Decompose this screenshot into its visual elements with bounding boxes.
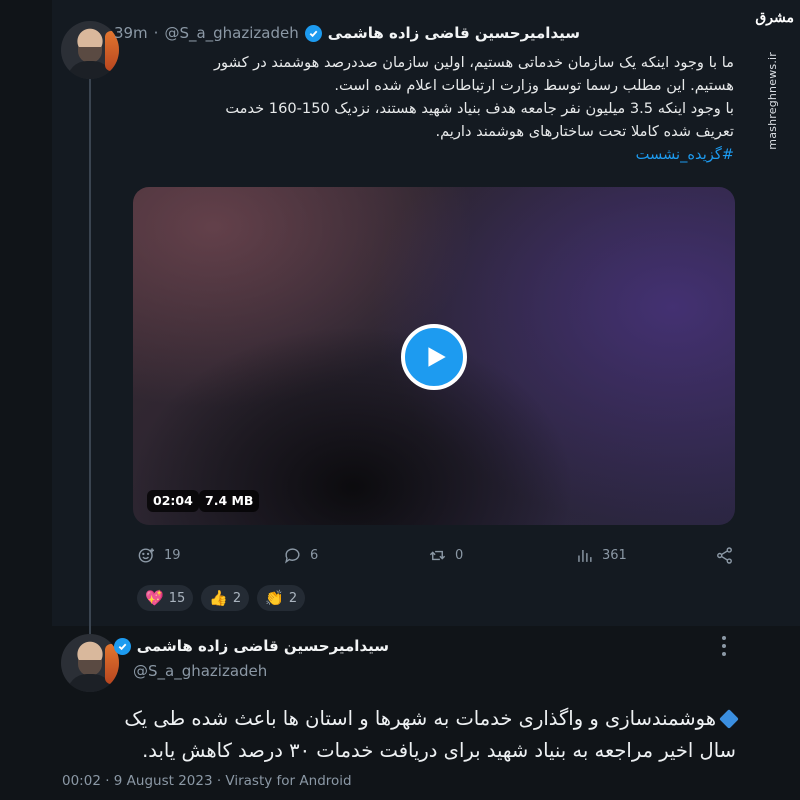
views-chart-icon — [578, 549, 592, 562]
verified-badge-icon — [304, 24, 322, 42]
verified-badge-icon — [113, 637, 131, 655]
reaction-count: 2 — [232, 590, 242, 606]
reaction-action[interactable]: 19 — [137, 546, 181, 565]
page: مشرق mashreghnews.ir سیدامیرحسین قاضی زا… — [0, 0, 800, 800]
tweet-text-line: ما با وجود اینکه یک سازمان خدماتی هستیم،… — [213, 54, 734, 71]
reply-text-line: هوشمندسازی و واگذاری خدمات به شهرها و اس… — [124, 707, 716, 730]
hashtag-link[interactable]: #گزیده_نشست — [636, 146, 734, 163]
tweet-text-line: تعریف شده کاملا تحت ساختارهای هوشمند دار… — [435, 123, 734, 140]
reply-author-name[interactable]: سیدامیرحسین قاضی زاده هاشمی — [137, 637, 389, 655]
smiley-add-icon — [138, 548, 155, 563]
reaction-count: 2 — [288, 590, 298, 606]
watermark-logo: مشرق — [755, 10, 794, 26]
views-action[interactable]: 361 — [575, 546, 627, 565]
reply-text: هوشمندسازی و واگذاری خدمات به شهرها و اس… — [124, 703, 739, 767]
author-name[interactable]: سیدامیرحسین قاضی زاده هاشمی — [328, 24, 580, 42]
video-size: 7.4 MB — [199, 490, 260, 512]
tweet-header: سیدامیرحسین قاضی زاده هاشمی @S_a_ghaziza… — [114, 24, 580, 42]
repost-action[interactable]: 0 — [428, 546, 463, 565]
reply-author-handle[interactable]: @S_a_ghazizadeh — [133, 662, 267, 680]
reactions-row: 💖 15 👍 2 👏 2 — [137, 585, 306, 611]
share-icon — [717, 547, 732, 564]
thread-connector-line — [89, 78, 91, 638]
tweet-time[interactable]: 39m — [114, 24, 148, 42]
repost-icon — [429, 550, 446, 561]
reaction-pill-thumbs-up[interactable]: 👍 2 — [201, 585, 250, 611]
tweet-text: ما با وجود اینکه یک سازمان خدماتی هستیم،… — [214, 51, 734, 166]
clapping-hands-emoji-icon: 👏 — [265, 588, 284, 607]
thumbs-up-emoji-icon: 👍 — [209, 588, 228, 607]
reply-text-line: سال اخیر مراجعه به بنیاد شهید برای دریاف… — [142, 739, 736, 762]
reaction-pill-heart[interactable]: 💖 15 — [137, 585, 194, 611]
author-handle[interactable]: @S_a_ghazizadeh — [164, 24, 298, 42]
heart-emoji-icon: 💖 — [145, 588, 164, 607]
reposts-count: 0 — [455, 548, 464, 563]
watermark-site: mashreghnews.ir — [766, 52, 779, 150]
reply-header: سیدامیرحسین قاضی زاده هاشمی — [113, 637, 389, 655]
tweet-text-line: هستیم. این مطلب رسما توسط وزارت ارتباطات… — [334, 77, 734, 94]
video-duration: 02:04 — [147, 490, 199, 512]
video-player[interactable]: 02:04 7.4 MB — [133, 187, 735, 525]
replies-count: 6 — [310, 548, 319, 563]
more-options-icon[interactable] — [718, 636, 730, 656]
play-icon — [428, 347, 446, 367]
views-count: 361 — [602, 548, 627, 563]
reply-avatar[interactable] — [61, 634, 119, 692]
share-action[interactable] — [715, 546, 734, 565]
watermark: مشرق mashreghnews.ir — [755, 10, 794, 150]
tweet-text-line: با وجود اینکه 3.5 میلیون نفر جامعه هدف ب… — [225, 100, 734, 117]
reply-meta: 00:02 · 9 August 2023 · Virasty for Andr… — [62, 773, 352, 789]
blue-diamond-icon — [719, 709, 739, 729]
reactions-count: 19 — [164, 548, 181, 563]
separator-dot: · — [153, 24, 159, 42]
reaction-pill-clap[interactable]: 👏 2 — [257, 585, 306, 611]
reaction-count: 15 — [168, 590, 186, 606]
action-bar: 19 6 0 361 — [133, 546, 737, 570]
avatar[interactable] — [61, 21, 119, 79]
reply-action[interactable]: 6 — [283, 546, 318, 565]
play-button[interactable] — [401, 324, 467, 390]
reply-icon — [285, 548, 300, 564]
